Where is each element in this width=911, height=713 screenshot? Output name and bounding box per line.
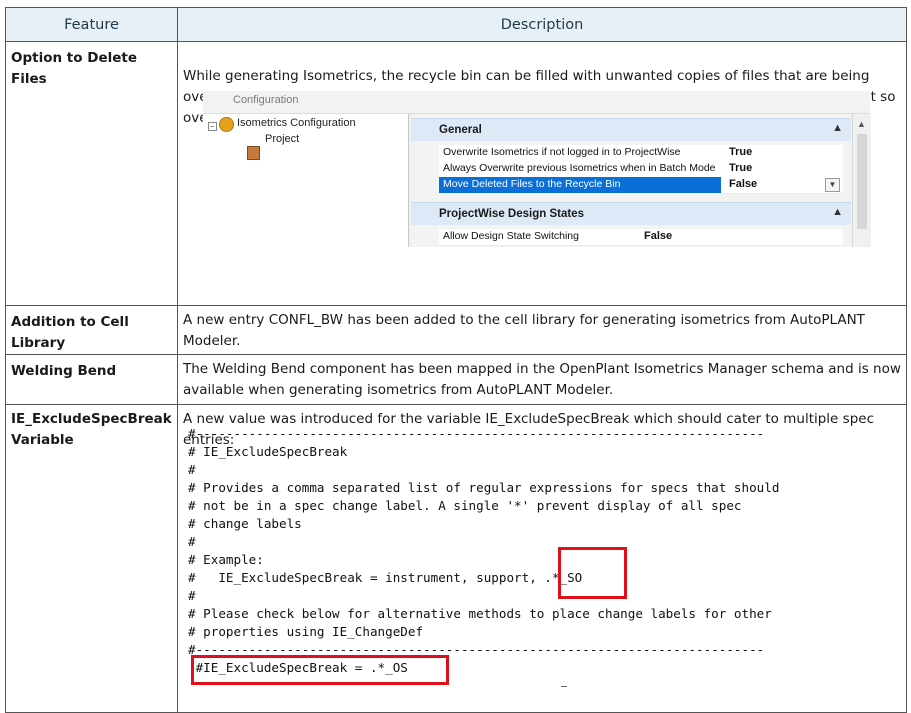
chevron-up-icon[interactable]: ▲ [832,122,843,134]
project-icon [247,146,260,160]
tree-item-label: Project [265,133,300,145]
code-line: #---------------------------------------… [188,426,765,441]
chevron-up-icon[interactable]: ▲ [832,206,843,218]
highlight-box-new-value [191,655,449,685]
property-name: Always Overwrite previous Isometrics whe… [443,162,716,174]
highlight-box-example-value [558,547,627,599]
code-line: # IE_ExcludeSpecBreak = instrument, supp… [188,570,583,585]
code-line: # [188,462,196,477]
property-value: True [729,162,753,174]
group-header-general[interactable]: General ▲ [411,118,851,141]
vertical-scrollbar[interactable]: ▲ [852,114,871,247]
code-line: # Please check below for alternative met… [188,606,772,621]
group-header-projectwise-design-states[interactable]: ProjectWise Design States ▲ [411,202,851,225]
code-line: # [188,588,196,603]
code-line: # change labels [188,516,302,531]
feature-description: The Welding Bend component has been mapp… [177,354,907,405]
configuration-title: Configuration [233,94,299,106]
property-row[interactable]: Always Overwrite previous Isometrics whe… [439,161,843,178]
code-line: # [188,534,196,549]
config-code-block: #---------------------------------------… [188,425,779,677]
property-name: Overwrite Isometrics if not logged in to… [443,146,681,158]
property-row[interactable]: Overwrite Isometrics if not logged in to… [439,145,843,162]
feature-name: Addition to Cell Library [5,305,178,355]
feature-name: IE_ExcludeSpecBreak Variable [5,404,178,713]
code-line: # IE_ExcludeSpecBreak [188,444,348,459]
property-row[interactable]: Allow Design State Switching False [439,229,843,246]
table-header-row: Feature Description [5,7,907,42]
configuration-screenshot: Configuration − Isometrics Configuration… [203,91,871,247]
group-title: ProjectWise Design States [439,208,584,220]
feature-name: Welding Bend [5,354,178,405]
feature-column-header: Feature [5,7,178,42]
feature-description: A new entry CONFL_BW has been added to t… [177,305,907,355]
scrollbar-thumb[interactable] [857,134,867,229]
description-column-header: Description [177,7,907,42]
configuration-tree: − Isometrics Configuration Project [203,114,409,247]
property-value: True [729,146,753,158]
code-line: # Example: [188,552,264,567]
property-grid: General ▲ Overwrite Isometrics if not lo… [411,114,851,247]
property-name: Move Deleted Files to the Recycle Bin [443,178,621,190]
tree-item-project[interactable]: Project [203,130,403,160]
chevron-down-icon[interactable]: ▼ [825,178,840,192]
tree-item-label: Isometrics Configuration [237,117,356,129]
text-cursor [561,686,567,687]
configuration-title-bar: Configuration [203,91,870,114]
property-value: False [729,178,758,190]
code-line: # not be in a spec change label. A singl… [188,498,742,513]
table-row: Addition to Cell Library A new entry CON… [5,305,907,355]
property-value: False [644,230,673,242]
group-title: General [439,124,482,136]
property-name: Allow Design State Switching [443,230,579,242]
property-row-selected[interactable]: Move Deleted Files to the Recycle Bin Fa… [439,177,843,194]
code-line: # Provides a comma separated list of reg… [188,480,780,495]
code-line: # properties using IE_ChangeDef [188,624,424,639]
feature-name: Option to Delete Files [5,41,178,306]
scroll-up-icon[interactable]: ▲ [857,119,866,129]
table-row: Welding Bend The Welding Bend component … [5,354,907,405]
